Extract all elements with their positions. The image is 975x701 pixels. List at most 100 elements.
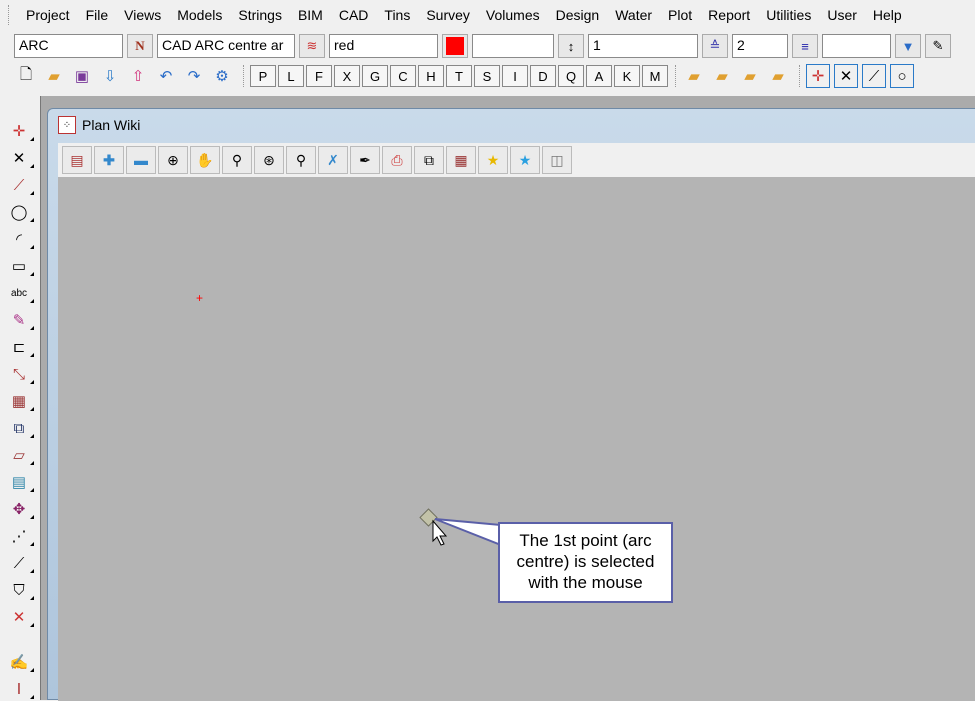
open-folder-icon[interactable]: ▰ xyxy=(42,64,66,88)
move-icon[interactable]: ✥ xyxy=(4,497,34,521)
model-folder-icon[interactable]: ▰ xyxy=(682,64,706,88)
letter-button-t[interactable]: T xyxy=(446,65,472,87)
menu-plot[interactable]: Plot xyxy=(660,7,700,23)
print-icon[interactable]: ⎙ xyxy=(382,146,412,174)
snap-circle-icon[interactable]: ○ xyxy=(890,64,914,88)
colour-swatch-button[interactable] xyxy=(442,34,468,58)
undo-icon[interactable]: ↶ xyxy=(154,64,178,88)
insert-icon[interactable]: Ⅰ xyxy=(4,677,34,701)
window-titlebar[interactable]: ⁘ Plan Wiki xyxy=(48,109,975,141)
letter-button-m[interactable]: M xyxy=(642,65,668,87)
sketch-icon[interactable]: ✍ xyxy=(4,650,34,674)
zoom-out-minus-icon[interactable]: ▬ xyxy=(126,146,156,174)
letter-button-h[interactable]: H xyxy=(418,65,444,87)
block-icon[interactable]: ⧉ xyxy=(4,416,34,440)
circle-icon[interactable]: ◯ xyxy=(4,200,34,224)
colour-field[interactable]: red xyxy=(329,34,438,58)
letter-button-i[interactable]: I xyxy=(502,65,528,87)
z-value-icon[interactable]: ↕ xyxy=(558,34,584,58)
zoom-scale-icon[interactable]: ⚲ xyxy=(222,146,252,174)
import-icon[interactable]: ⇩ xyxy=(98,64,122,88)
settings-gear-icon[interactable]: ⚙ xyxy=(210,64,234,88)
offset-point-icon[interactable]: ⋰ xyxy=(4,524,34,548)
dropdown-icon[interactable]: ▼ xyxy=(895,34,921,58)
model-folder-3-icon[interactable]: ▰ xyxy=(738,64,762,88)
new-file-icon[interactable]: 🗋 xyxy=(14,64,38,88)
letter-button-k[interactable]: K xyxy=(614,65,640,87)
name-field[interactable]: ARC xyxy=(14,34,123,58)
export-icon[interactable]: ⇧ xyxy=(126,64,150,88)
menu-tins[interactable]: Tins xyxy=(376,7,418,23)
zoom-centre-icon[interactable]: ⊛ xyxy=(254,146,284,174)
extra-field[interactable] xyxy=(822,34,891,58)
menu-help[interactable]: Help xyxy=(865,7,910,23)
delete-point-icon[interactable]: ✕ xyxy=(4,605,34,629)
line-weight-icon[interactable]: ≡ xyxy=(792,34,818,58)
letter-button-l[interactable]: L xyxy=(278,65,304,87)
point-icon[interactable]: ✛ xyxy=(4,119,34,143)
text-icon[interactable]: abc xyxy=(4,281,34,305)
menu-utilities[interactable]: Utilities xyxy=(758,7,819,23)
linestyle-icon[interactable]: ≙ xyxy=(702,34,728,58)
rectangle-icon[interactable]: ▭ xyxy=(4,254,34,278)
grid-icon[interactable]: ▦ xyxy=(446,146,476,174)
naming-button[interactable]: N xyxy=(127,34,153,58)
style-field[interactable]: CAD ARC centre ar xyxy=(157,34,295,58)
model-folder-2-icon[interactable]: ▰ xyxy=(710,64,734,88)
dimension-icon[interactable]: ⤡ xyxy=(4,362,34,386)
letter-button-x[interactable]: X xyxy=(334,65,360,87)
pencil-icon[interactable]: ✎ xyxy=(4,308,34,332)
menu-grip[interactable] xyxy=(8,5,12,25)
menu-project[interactable]: Project xyxy=(18,7,78,23)
favourite-blue-star-icon[interactable]: ★ xyxy=(510,146,540,174)
arc-icon[interactable]: ◜ xyxy=(4,227,34,251)
letter-button-q[interactable]: Q xyxy=(558,65,584,87)
snap-intersection-icon[interactable]: ✕ xyxy=(834,64,858,88)
windows-icon[interactable]: ⧉ xyxy=(414,146,444,174)
menu-cad[interactable]: CAD xyxy=(331,7,377,23)
menu-strings[interactable]: Strings xyxy=(230,7,290,23)
eyedropper-icon[interactable]: ✎ xyxy=(925,34,951,58)
letter-button-p[interactable]: P xyxy=(250,65,276,87)
menu-volumes[interactable]: Volumes xyxy=(478,7,548,23)
line-icon[interactable]: ⟋ xyxy=(4,173,34,197)
layout-icon[interactable]: ◫ xyxy=(542,146,572,174)
menu-file[interactable]: File xyxy=(78,7,117,23)
polygon-icon[interactable]: ▱ xyxy=(4,443,34,467)
linestyle-field[interactable]: 2 xyxy=(732,34,788,58)
view-menu-icon[interactable]: ▤ xyxy=(62,146,92,174)
blank-field[interactable] xyxy=(472,34,554,58)
menu-design[interactable]: Design xyxy=(548,7,608,23)
letter-button-s[interactable]: S xyxy=(474,65,500,87)
letter-button-c[interactable]: C xyxy=(390,65,416,87)
letter-button-d[interactable]: D xyxy=(530,65,556,87)
pan-hand-icon[interactable]: ✋ xyxy=(190,146,220,174)
shield-polygon-icon[interactable]: ⛉ xyxy=(4,578,34,602)
layers-icon[interactable]: ≋ xyxy=(299,34,325,58)
save-icon[interactable]: ▣ xyxy=(70,64,94,88)
table-icon[interactable]: ▦ xyxy=(4,389,34,413)
snap-point-icon[interactable]: ✛ xyxy=(806,64,830,88)
label-icon[interactable]: ⊏ xyxy=(4,335,34,359)
menu-survey[interactable]: Survey xyxy=(418,7,478,23)
menu-user[interactable]: User xyxy=(819,7,865,23)
menu-models[interactable]: Models xyxy=(169,7,230,23)
letter-button-a[interactable]: A xyxy=(586,65,612,87)
menu-water[interactable]: Water xyxy=(607,7,660,23)
clean-icon[interactable]: ✗ xyxy=(318,146,348,174)
snap-line-icon[interactable]: ⟋ xyxy=(862,64,886,88)
colour-line-icon[interactable]: ⟋ xyxy=(4,551,34,575)
letter-button-f[interactable]: F xyxy=(306,65,332,87)
image-icon[interactable]: ▤ xyxy=(4,470,34,494)
favourite-star-icon[interactable]: ★ xyxy=(478,146,508,174)
menu-bim[interactable]: BIM xyxy=(290,7,331,23)
menu-views[interactable]: Views xyxy=(116,7,169,23)
pen-icon[interactable]: ✒ xyxy=(350,146,380,174)
weight-field[interactable]: 1 xyxy=(588,34,698,58)
letter-button-g[interactable]: G xyxy=(362,65,388,87)
redo-icon[interactable]: ↷ xyxy=(182,64,206,88)
zoom-extents-icon[interactable]: ⊕ xyxy=(158,146,188,174)
model-folder-4-icon[interactable]: ▰ xyxy=(766,64,790,88)
zoom-in-plus-icon[interactable]: ✚ xyxy=(94,146,124,174)
menu-report[interactable]: Report xyxy=(700,7,758,23)
